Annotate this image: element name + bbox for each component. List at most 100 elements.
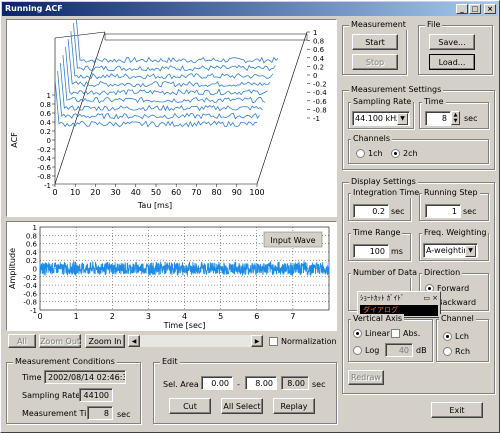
- replay-button[interactable]: Replay: [273, 398, 315, 414]
- acf-right-tick-label: -1: [313, 115, 320, 123]
- cut-button[interactable]: Cut: [169, 398, 211, 414]
- abs-checkbox[interactable]: [391, 329, 400, 338]
- integration-time-unit: sec: [391, 207, 405, 216]
- wave-x-tick-label: 4: [182, 312, 187, 321]
- acf-x-tick-label: 80: [212, 188, 222, 197]
- wave-x-tick-label: 6: [254, 312, 259, 321]
- time-spinner-icon[interactable]: ▲ ▼: [451, 111, 460, 125]
- acf-x-tick-label: 100: [249, 188, 264, 197]
- sel-area-unit: sec: [312, 380, 326, 389]
- conditions-time-value: 2002/08/14 02:46:33: [44, 370, 126, 384]
- acf-y-tick-label: -0.4: [37, 155, 51, 163]
- popup-minimize-icon[interactable]: ▭: [423, 293, 430, 303]
- acf-y-tick-label: 1: [47, 92, 51, 100]
- acf-x-tick-label: 90: [232, 188, 242, 197]
- conditions-sampling-rate-value: 44100: [79, 388, 113, 402]
- time-range-label: Time Range: [351, 228, 403, 238]
- acf-depth-axis-right: [256, 31, 308, 185]
- save-button[interactable]: Save...: [429, 34, 475, 50]
- display-settings-title: Display Settings: [349, 177, 418, 187]
- acf-x-tick-label: 70: [191, 188, 201, 197]
- time-input[interactable]: 8: [425, 111, 451, 126]
- freq-weighting-select[interactable]: A-weighting ▼: [423, 243, 478, 258]
- running-step-label: Running Step: [422, 188, 480, 198]
- sel-area-end-input[interactable]: 8.00: [245, 376, 277, 390]
- acf-back-wall: [104, 33, 308, 41]
- wave-y-tick-label: -0.2: [23, 274, 37, 282]
- number-of-data-label: Number of Data: [351, 268, 420, 278]
- close-button[interactable]: ×: [484, 4, 496, 14]
- measurement-settings-title: Measurement Settings: [349, 85, 444, 95]
- lch-radio[interactable]: [443, 332, 452, 341]
- zoom-in-button[interactable]: Zoom In: [85, 334, 125, 348]
- ch1-radio[interactable]: [356, 149, 365, 158]
- acf-3d-chart-panel: 0 10 20 30 40 50 60 70 80 90 100 Tau [ms] 1 0.8 0.6 0.4…: [6, 15, 337, 217]
- acf-x-axis-label: Tau [ms]: [137, 201, 172, 210]
- wave-y-tick-label: -1: [30, 307, 37, 315]
- stop-button[interactable]: Stop: [352, 54, 398, 70]
- ch2-radio[interactable]: [391, 149, 400, 158]
- start-button[interactable]: Start: [352, 34, 398, 50]
- redraw-button[interactable]: Redraw: [348, 370, 384, 385]
- scroll-right-arrow-icon[interactable]: ▶: [251, 335, 263, 347]
- main-window: Running ACF _ □ × 0 10 20 30 40 50 60 70 80 90 100…: [0, 0, 500, 433]
- sel-area-label: Sel. Area: [163, 380, 199, 389]
- wave-x-tick-label: 0: [37, 312, 42, 321]
- time-unit: sec: [464, 114, 478, 123]
- acf-y-tick-label: 0.4: [40, 119, 52, 127]
- normalization-checkbox[interactable]: [269, 337, 278, 346]
- acf-right-tick-label: -0.4: [313, 89, 327, 97]
- wave-y-tick-label: 0.6: [26, 241, 38, 249]
- sampling-rate-select[interactable]: 44.100 kHz ▼: [352, 111, 410, 126]
- exit-button[interactable]: Exit: [431, 402, 483, 418]
- wave-y-tick-label: 0.4: [26, 249, 38, 257]
- linear-radio[interactable]: [353, 329, 362, 338]
- sel-area-start-input[interactable]: 0.00: [201, 376, 233, 390]
- acf-top-edge: [54, 31, 106, 39]
- time-range-input[interactable]: 100: [353, 244, 389, 258]
- linear-label: Linear: [365, 329, 390, 338]
- acf-y-tick-label: 0.2: [40, 128, 51, 136]
- zoom-out-button[interactable]: Zoom Out: [39, 334, 81, 348]
- backward-label: Backward: [437, 298, 477, 307]
- sel-area-separator: -: [237, 380, 240, 389]
- acf-y-tick-label: 0.8: [40, 101, 51, 109]
- acf-x-tick-label: 30: [111, 188, 121, 197]
- wave-legend: Input Wave: [263, 231, 323, 248]
- time-range-unit: ms: [391, 247, 403, 256]
- acf-series-line: [65, 47, 268, 96]
- wave-x-tick-label: 3: [146, 312, 151, 321]
- direction-label: Direction: [422, 268, 463, 278]
- log-radio[interactable]: [353, 346, 362, 355]
- wave-legend-label: Input Wave: [270, 236, 315, 245]
- sampling-rate-label: Sampling Rate: [351, 97, 414, 107]
- log-db-input[interactable]: 40: [385, 343, 413, 357]
- wave-y-tick-label: 1: [33, 224, 37, 232]
- acf-x-tick-label: 50: [151, 188, 161, 197]
- all-select-button[interactable]: All Select: [221, 398, 263, 414]
- acf-y-tick-label: 0.6: [40, 110, 52, 118]
- title-bar: Running ACF _ □ ×: [2, 2, 498, 16]
- freq-weighting-label: Freq. Weighting: [422, 228, 489, 238]
- acf-3d-chart: 0 10 20 30 40 50 60 70 80 90 100Tau [ms]10.80.60.4…: [10, 15, 327, 210]
- acf-x-tick-label: 40: [131, 188, 141, 197]
- wave-y-tick-label: 0.8: [26, 232, 37, 240]
- integration-time-input[interactable]: 0.2: [353, 204, 389, 218]
- acf-x-tick-label: 20: [90, 188, 100, 197]
- zoom-all-button[interactable]: All: [8, 334, 36, 348]
- scroll-left-arrow-icon[interactable]: ◀: [128, 335, 140, 347]
- wave-x-tick-label: 5: [218, 312, 223, 321]
- popup-close-icon[interactable]: ×: [432, 293, 438, 303]
- rch-radio[interactable]: [443, 347, 452, 356]
- conditions-measurement-time-unit: sec: [117, 410, 131, 419]
- time-scrollbar[interactable]: ◀ ▶: [127, 334, 264, 348]
- file-group-title: File: [425, 20, 443, 30]
- wave-y-tick-label: 0: [33, 266, 37, 274]
- maximize-button[interactable]: □: [469, 4, 481, 14]
- minimize-button[interactable]: _: [456, 4, 468, 14]
- abs-label: Abs.: [403, 329, 421, 338]
- load-button[interactable]: Load...: [429, 54, 475, 70]
- acf-series-line: [73, 23, 276, 72]
- input-wave-chart-panel: 1 0.8 0.6 0.4 0.2 0 -0.2 -0.4 -0.6 -0.8 -1 0 1 2 3 4 5 6 7…: [6, 221, 337, 331]
- running-step-input[interactable]: 1: [425, 204, 461, 218]
